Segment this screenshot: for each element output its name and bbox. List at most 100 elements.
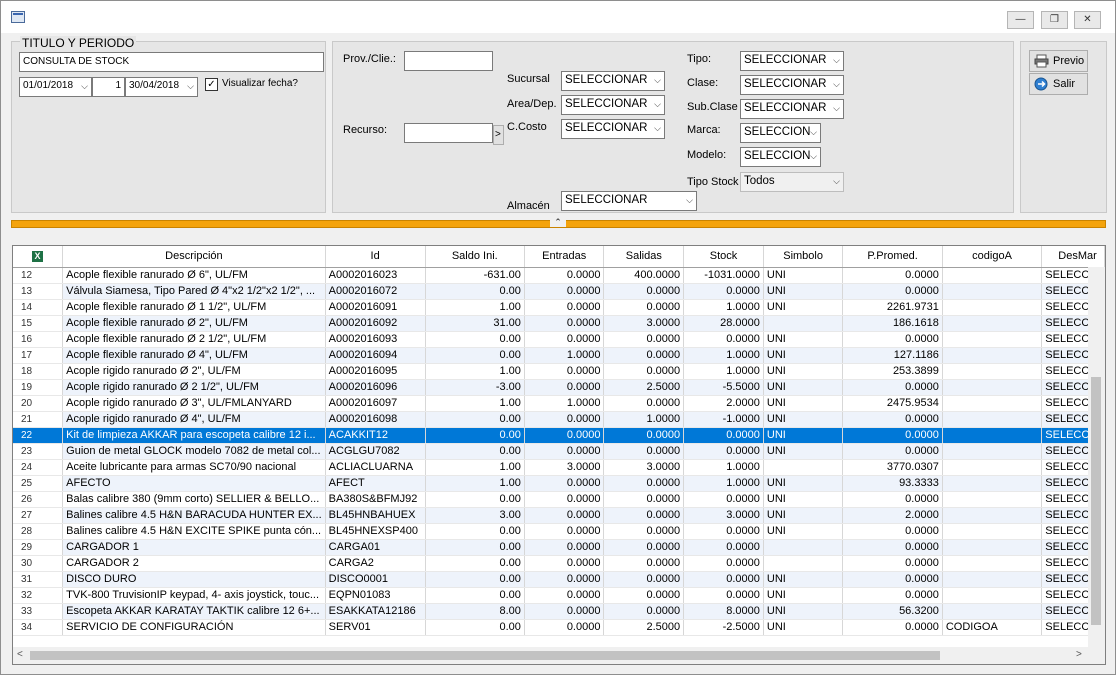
cell-saldo-ini[interactable]: 0.00 bbox=[425, 411, 525, 428]
row-number[interactable]: 14 bbox=[13, 299, 64, 316]
cell-descripcion[interactable]: Kit de limpieza AKKAR para escopeta cali… bbox=[62, 427, 326, 444]
cell-id[interactable]: AFECT bbox=[325, 475, 426, 492]
cell-codigoa[interactable] bbox=[942, 411, 1043, 428]
cell-entradas[interactable]: 0.0000 bbox=[524, 411, 605, 428]
cell-id[interactable]: A0002016023 bbox=[325, 267, 426, 284]
cell-descripcion[interactable]: Acople flexible ranurado Ø 6", UL/FM bbox=[62, 267, 326, 284]
cell-salidas[interactable]: 0.0000 bbox=[603, 331, 685, 348]
close-button[interactable]: ✕ bbox=[1074, 11, 1101, 29]
col-header-salidas[interactable]: Salidas bbox=[603, 246, 685, 268]
cell-stock[interactable]: 1.0000 bbox=[683, 459, 764, 476]
cell-p-promed[interactable]: 186.1618 bbox=[842, 315, 943, 332]
cell-descripcion[interactable]: Acople flexible ranurado Ø 2 1/2", UL/FM bbox=[62, 331, 326, 348]
excel-export-header[interactable]: X bbox=[13, 246, 64, 268]
cell-salidas[interactable]: 0.0000 bbox=[603, 523, 685, 540]
cell-entradas[interactable]: 0.0000 bbox=[524, 523, 605, 540]
col-header-p-promed[interactable]: P.Promed. bbox=[842, 246, 943, 268]
row-number[interactable]: 16 bbox=[13, 331, 64, 348]
cell-id[interactable]: A0002016095 bbox=[325, 363, 426, 380]
cell-salidas[interactable]: 0.0000 bbox=[603, 555, 685, 572]
row-number[interactable]: 17 bbox=[13, 347, 64, 364]
cell-codigoa[interactable] bbox=[942, 475, 1043, 492]
cell-simbolo[interactable]: UNI bbox=[763, 411, 844, 428]
cell-stock[interactable]: 1.0000 bbox=[683, 299, 764, 316]
cell-p-promed[interactable]: 0.0000 bbox=[842, 267, 943, 284]
show-date-checkbox[interactable]: ✓ bbox=[205, 78, 218, 91]
cell-entradas[interactable]: 0.0000 bbox=[524, 491, 605, 508]
table-row[interactable]: 12 Acople flexible ranurado Ø 6", UL/FM A0… bbox=[13, 267, 1105, 284]
horizontal-scroll-thumb[interactable] bbox=[30, 651, 940, 660]
cell-p-promed[interactable]: 0.0000 bbox=[842, 443, 943, 460]
cell-id[interactable]: A0002016091 bbox=[325, 299, 426, 316]
cell-codigoa[interactable] bbox=[942, 587, 1043, 604]
area-select[interactable]: SELECCIONAR ⌵ bbox=[561, 95, 665, 115]
cell-simbolo[interactable]: UNI bbox=[763, 587, 844, 604]
cell-p-promed[interactable]: 3770.0307 bbox=[842, 459, 943, 476]
cell-saldo-ini[interactable]: 0.00 bbox=[425, 427, 525, 444]
cell-p-promed[interactable]: 0.0000 bbox=[842, 619, 943, 636]
sucursal-select[interactable]: SELECCIONAR ⌵ bbox=[561, 71, 665, 91]
cell-p-promed[interactable]: 0.0000 bbox=[842, 587, 943, 604]
table-row[interactable]: 13 Válvula Siamesa, Tipo Pared Ø 4"x2 1/2… bbox=[13, 283, 1105, 300]
cell-saldo-ini[interactable]: 1.00 bbox=[425, 475, 525, 492]
cell-saldo-ini[interactable]: 0.00 bbox=[425, 283, 525, 300]
cell-stock[interactable]: 2.0000 bbox=[683, 395, 764, 412]
cell-simbolo[interactable]: UNI bbox=[763, 523, 844, 540]
scroll-left-icon[interactable]: < bbox=[17, 649, 23, 660]
cell-entradas[interactable]: 0.0000 bbox=[524, 571, 605, 588]
almacen-select[interactable]: SELECCIONAR ⌵ bbox=[561, 191, 697, 211]
cell-id[interactable]: BL45HNEXSP400 bbox=[325, 523, 426, 540]
cell-id[interactable]: EQPN01083 bbox=[325, 587, 426, 604]
cell-codigoa[interactable] bbox=[942, 555, 1043, 572]
cell-simbolo[interactable]: UNI bbox=[763, 571, 844, 588]
cell-stock[interactable]: 0.0000 bbox=[683, 539, 764, 556]
col-header-stock[interactable]: Stock bbox=[683, 246, 764, 268]
table-row[interactable]: 21 Acople rigido ranurado Ø 4", UL/FM A000… bbox=[13, 411, 1105, 428]
cell-stock[interactable]: 8.0000 bbox=[683, 603, 764, 620]
cell-entradas[interactable]: 0.0000 bbox=[524, 379, 605, 396]
cell-codigoa[interactable] bbox=[942, 283, 1043, 300]
cell-codigoa[interactable] bbox=[942, 379, 1043, 396]
cell-salidas[interactable]: 400.0000 bbox=[603, 267, 685, 284]
cell-stock[interactable]: 0.0000 bbox=[683, 571, 764, 588]
cell-saldo-ini[interactable]: 8.00 bbox=[425, 603, 525, 620]
row-number[interactable]: 23 bbox=[13, 443, 64, 460]
cell-entradas[interactable]: 0.0000 bbox=[524, 443, 605, 460]
cell-descripcion[interactable]: Acople flexible ranurado Ø 2", UL/FM bbox=[62, 315, 326, 332]
cell-simbolo[interactable] bbox=[763, 539, 844, 556]
cell-salidas[interactable]: 0.0000 bbox=[603, 299, 685, 316]
previo-button[interactable]: Previo bbox=[1029, 50, 1088, 72]
cell-entradas[interactable]: 0.0000 bbox=[524, 507, 605, 524]
table-row[interactable]: 22 Kit de limpieza AKKAR para escopeta ca… bbox=[13, 427, 1105, 444]
table-row[interactable]: 18 Acople rigido ranurado Ø 2", UL/FM A000… bbox=[13, 363, 1105, 380]
date-mid-field[interactable]: 1 bbox=[92, 77, 125, 97]
table-row[interactable]: 20 Acople rigido ranurado Ø 3", UL/FMLANY… bbox=[13, 395, 1105, 412]
cell-saldo-ini[interactable]: 3.00 bbox=[425, 507, 525, 524]
col-header-simbolo[interactable]: Simbolo bbox=[763, 246, 844, 268]
restore-button[interactable]: ❐ bbox=[1041, 11, 1068, 29]
table-row[interactable]: 28 Balines calibre 4.5 H&N EXCITE SPIKE p… bbox=[13, 523, 1105, 540]
cell-codigoa[interactable] bbox=[942, 571, 1043, 588]
stock-grid[interactable]: X Descripción Id Saldo Ini. Entradas Sal… bbox=[12, 245, 1106, 665]
cell-stock[interactable]: 0.0000 bbox=[683, 587, 764, 604]
table-row[interactable]: 14 Acople flexible ranurado Ø 1 1/2", UL/… bbox=[13, 299, 1105, 316]
cell-salidas[interactable]: 0.0000 bbox=[603, 363, 685, 380]
cell-saldo-ini[interactable]: 0.00 bbox=[425, 555, 525, 572]
col-header-desmar[interactable]: DesMar bbox=[1041, 246, 1105, 268]
cell-saldo-ini[interactable]: 0.00 bbox=[425, 347, 525, 364]
cell-simbolo[interactable] bbox=[763, 459, 844, 476]
cell-salidas[interactable]: 0.0000 bbox=[603, 603, 685, 620]
cell-p-promed[interactable]: 0.0000 bbox=[842, 539, 943, 556]
cell-id[interactable]: DISCO0001 bbox=[325, 571, 426, 588]
cell-simbolo[interactable]: UNI bbox=[763, 331, 844, 348]
cell-id[interactable]: ACGLGU7082 bbox=[325, 443, 426, 460]
cell-codigoa[interactable] bbox=[942, 395, 1043, 412]
col-header-codigoa[interactable]: codigoA bbox=[942, 246, 1043, 268]
cell-id[interactable]: A0002016096 bbox=[325, 379, 426, 396]
row-number[interactable]: 15 bbox=[13, 315, 64, 332]
cell-p-promed[interactable]: 0.0000 bbox=[842, 427, 943, 444]
cell-id[interactable]: A0002016094 bbox=[325, 347, 426, 364]
col-header-entradas[interactable]: Entradas bbox=[524, 246, 605, 268]
cell-descripcion[interactable]: Acople rigido ranurado Ø 2 1/2", UL/FM bbox=[62, 379, 326, 396]
cell-stock[interactable]: -5.5000 bbox=[683, 379, 764, 396]
